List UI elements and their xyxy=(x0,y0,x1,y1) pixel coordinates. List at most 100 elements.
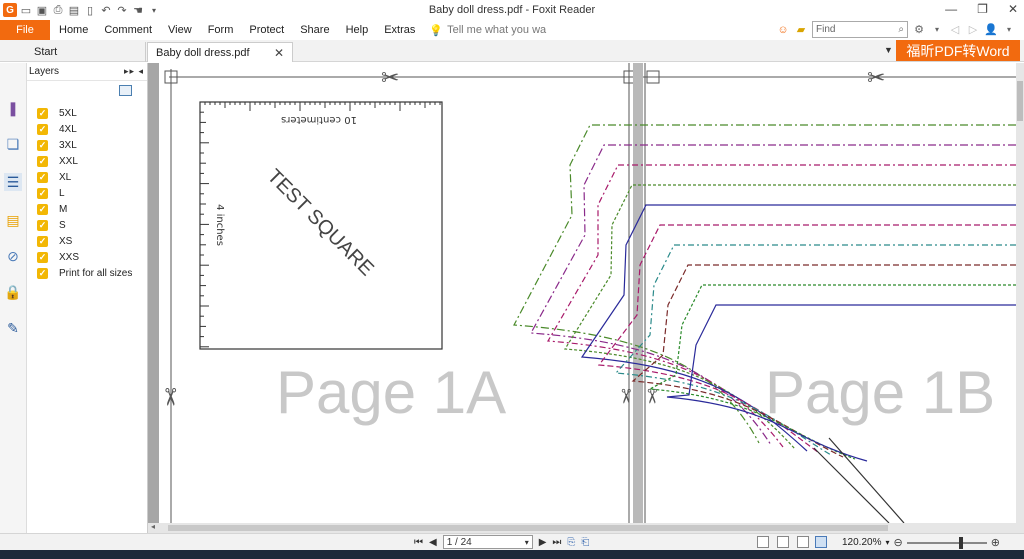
zoom-level[interactable]: 120.20% xyxy=(842,537,881,548)
horizontal-scrollbar[interactable]: ◂ xyxy=(148,522,1016,533)
layer-row[interactable]: ✓ Print for all sizes xyxy=(37,265,132,281)
signature-icon[interactable]: ✎ xyxy=(4,319,22,337)
bookmark-icon[interactable]: ❚ xyxy=(4,99,22,117)
layer-row[interactable]: ✓ S xyxy=(37,217,132,233)
layer-label: 4XL xyxy=(59,123,77,135)
previous-result-icon[interactable]: ◁ xyxy=(948,23,962,36)
settings-gear-icon[interactable]: ⚙ xyxy=(912,23,926,36)
layer-row[interactable]: ✓ XL xyxy=(37,169,132,185)
layer-visibility-checkbox[interactable]: ✓ xyxy=(37,171,48,183)
layer-visibility-checkbox[interactable]: ✓ xyxy=(37,219,48,231)
layer-row[interactable]: ✓ L xyxy=(37,185,132,201)
layer-row[interactable]: ✓ 3XL xyxy=(37,137,132,153)
layer-visibility-checkbox[interactable]: ✓ xyxy=(37,155,48,167)
vertical-scroll-thumb[interactable] xyxy=(1017,81,1023,121)
zoom-dropdown-icon[interactable]: ▾ xyxy=(885,538,889,547)
redo-icon[interactable]: ↷ xyxy=(115,3,129,17)
layer-visibility-checkbox[interactable]: ✓ xyxy=(37,123,48,135)
layer-row[interactable]: ✓ XS xyxy=(37,233,132,249)
zoom-out-icon[interactable]: ⊖ xyxy=(894,536,903,549)
zoom-in-icon[interactable]: ⊕ xyxy=(991,536,1000,549)
tab-start[interactable]: Start xyxy=(26,42,146,62)
layer-visibility-checkbox[interactable]: ✓ xyxy=(37,251,48,263)
customize-dropdown-icon[interactable]: ▾ xyxy=(147,3,161,17)
attachments-icon[interactable]: ⊘ xyxy=(4,247,22,265)
previous-view-icon[interactable]: ⎘ xyxy=(567,537,575,548)
user-account-icon[interactable]: 👤 xyxy=(984,23,998,36)
layer-row[interactable]: ✓ 5XL xyxy=(37,105,132,121)
layer-row[interactable]: ✓ XXS xyxy=(37,249,132,265)
foxit-logo-icon[interactable]: G xyxy=(3,3,17,17)
menu-extras[interactable]: Extras xyxy=(376,24,423,36)
tab-list-dropdown-icon[interactable]: ▼ xyxy=(884,45,893,55)
save-icon[interactable]: ▣ xyxy=(35,3,49,17)
last-page-icon[interactable]: ⏭ xyxy=(552,537,561,548)
facing-view-icon[interactable] xyxy=(797,536,809,548)
layer-row[interactable]: ✓ M xyxy=(37,201,132,217)
vertical-scrollbar[interactable] xyxy=(1016,63,1024,533)
menu-protect[interactable]: Protect xyxy=(241,24,292,36)
layer-visibility-checkbox[interactable]: ✓ xyxy=(37,235,48,247)
find-search-icon[interactable]: ⌕ xyxy=(898,24,904,35)
first-page-icon[interactable]: ⏮ xyxy=(414,537,423,548)
layer-visibility-checkbox[interactable]: ✓ xyxy=(37,139,48,151)
page-dropdown-icon[interactable]: ▾ xyxy=(525,538,529,547)
previous-page-icon[interactable]: ◀ xyxy=(429,537,437,548)
panel-collapse-icon[interactable]: ▸▸ ◂ xyxy=(124,66,144,77)
menu-view[interactable]: View xyxy=(160,24,200,36)
layer-row[interactable]: ✓ 4XL xyxy=(37,121,132,137)
layer-visibility-checkbox[interactable]: ✓ xyxy=(37,187,48,199)
folder-search-icon[interactable]: ▰ xyxy=(794,23,808,36)
minimize-icon[interactable]: — xyxy=(945,2,957,16)
security-lock-icon[interactable]: 🔒 xyxy=(4,283,22,301)
screenshot-icon[interactable]: ▤ xyxy=(67,3,81,17)
continuous-facing-view-icon[interactable] xyxy=(815,536,827,548)
layer-visibility-checkbox[interactable]: ✓ xyxy=(37,267,48,279)
smiley-feedback-icon[interactable]: ☺ xyxy=(776,24,790,36)
tab-baby-doll-dress[interactable]: Baby doll dress.pdf ✕ xyxy=(147,42,293,62)
hand-tool-icon[interactable]: ☚ xyxy=(131,3,145,17)
pdf-to-word-banner[interactable]: 福昕PDF转Word xyxy=(896,40,1020,61)
document-viewport[interactable]: ✂ ✂ ✂ ✂ ✂ 10 centimeters 4 inches TEST S… xyxy=(148,63,1024,533)
zoom-slider-knob[interactable] xyxy=(958,536,963,549)
page-number-input[interactable]: 1 / 24 ▾ xyxy=(442,535,533,549)
next-result-icon[interactable]: ▷ xyxy=(966,23,980,36)
menu-help[interactable]: Help xyxy=(338,24,377,36)
comments-icon[interactable]: ▤ xyxy=(4,211,22,229)
layer-row[interactable]: ✓ XXL xyxy=(37,153,132,169)
horizontal-scroll-thumb[interactable] xyxy=(168,525,888,531)
single-page-view-icon[interactable] xyxy=(757,536,769,548)
layers-header: Layers ▸▸ ◂ xyxy=(27,63,147,81)
print-icon[interactable]: ⎙ xyxy=(51,3,65,17)
menu-comment[interactable]: Comment xyxy=(96,24,160,36)
close-window-icon[interactable]: ✕ xyxy=(1008,2,1018,16)
layers-icon[interactable]: ☰ xyxy=(4,173,22,191)
account-dropdown-icon[interactable]: ▾ xyxy=(1002,25,1016,34)
file-menu-button[interactable]: File xyxy=(0,20,50,40)
menu-share[interactable]: Share xyxy=(292,24,337,36)
scroll-left-icon[interactable]: ◂ xyxy=(151,522,155,531)
menu-form[interactable]: Form xyxy=(200,24,242,36)
next-view-icon[interactable]: ⎗ xyxy=(581,537,589,548)
continuous-view-icon[interactable] xyxy=(777,536,789,548)
new-document-icon[interactable]: ▯ xyxy=(83,3,97,17)
layer-list: ✓ 5XL ✓ 4XL ✓ 3XL ✓ XXL ✓ XL ✓ L ✓ M ✓ S ✓ XS ✓ XXS ✓ Print f… xyxy=(37,105,132,281)
restore-icon[interactable]: ❐ xyxy=(977,2,988,16)
scissors-left-icon: ✂ xyxy=(159,387,184,407)
tell-me-search[interactable]: 💡 Tell me what you wa xyxy=(423,24,546,37)
close-tab-icon[interactable]: ✕ xyxy=(274,46,284,60)
next-page-icon[interactable]: ▶ xyxy=(539,537,547,548)
title-bar: G ▭ ▣ ⎙ ▤ ▯ ↶ ↷ ☚ ▾ Baby doll dress.pdf … xyxy=(0,0,1024,20)
page-thumbnails-icon[interactable]: ❏ xyxy=(4,135,22,153)
layer-options-icon[interactable] xyxy=(119,85,132,96)
settings-dropdown-icon[interactable]: ▾ xyxy=(930,25,944,34)
layer-label: XS xyxy=(59,235,73,247)
undo-icon[interactable]: ↶ xyxy=(99,3,113,17)
menu-home[interactable]: Home xyxy=(50,24,96,36)
find-input[interactable]: Find ⌕ xyxy=(812,21,908,38)
layers-title: Layers xyxy=(29,66,60,77)
open-folder-icon[interactable]: ▭ xyxy=(19,3,33,17)
layer-visibility-checkbox[interactable]: ✓ xyxy=(37,107,48,119)
zoom-slider[interactable] xyxy=(906,536,987,549)
layer-visibility-checkbox[interactable]: ✓ xyxy=(37,203,48,215)
